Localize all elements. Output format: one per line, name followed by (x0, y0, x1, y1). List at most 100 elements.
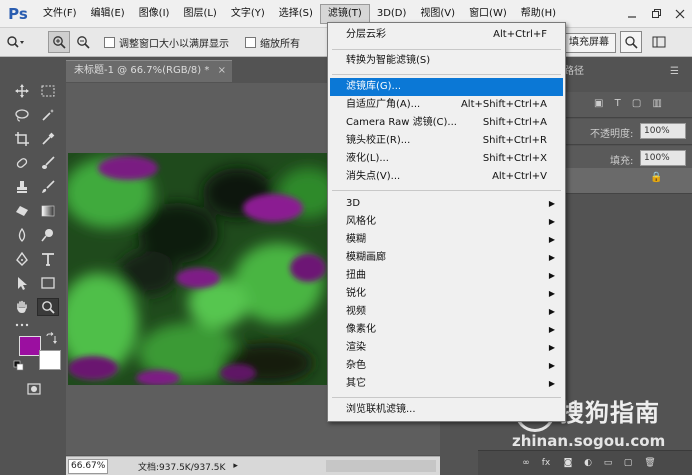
add-mask-icon[interactable]: ◙ (562, 457, 574, 469)
eraser-tool-icon[interactable] (11, 202, 33, 220)
panel-menu-icon[interactable]: ☰ (670, 62, 679, 82)
menu-item-adaptive-wide[interactable]: 自适应广角(A)... Alt+Shift+Ctrl+A (330, 96, 563, 114)
submenu-arrow-icon: ▶ (548, 325, 555, 334)
search-icon[interactable] (620, 31, 642, 53)
zoom-tool-preset-icon[interactable] (4, 31, 26, 53)
fill-screen-button[interactable]: 填充屏幕 (562, 33, 616, 53)
stamp-tool-icon[interactable] (11, 178, 33, 196)
window-controls (620, 0, 692, 27)
swap-colors-icon[interactable] (45, 332, 57, 344)
crop-tool-icon[interactable] (11, 130, 33, 148)
eyedropper-icon[interactable] (37, 130, 59, 148)
foreground-color-swatch[interactable] (19, 336, 41, 356)
blur-tool-icon[interactable] (11, 226, 33, 244)
default-colors-icon[interactable] (13, 360, 25, 372)
menu-separator (332, 397, 561, 398)
document-title: 未标题-1 @ 66.7%(RGB/8) * (74, 65, 210, 76)
quick-mask-icon[interactable] (23, 380, 45, 398)
submenu-arrow-icon: ▶ (548, 289, 555, 298)
lasso-tool-icon[interactable] (11, 106, 33, 124)
menu-item-vanishing-point[interactable]: 消失点(V)... Alt+Ctrl+V (330, 168, 563, 186)
fx-icon[interactable]: fx (540, 457, 552, 469)
opacity-label: 不透明度: (590, 129, 634, 140)
submenu-noise[interactable]: 杂色 ▶ (330, 357, 563, 375)
menu-file[interactable]: 文件(F) (36, 0, 84, 27)
background-color-swatch[interactable] (39, 350, 61, 370)
pen-tool-icon[interactable] (11, 250, 33, 268)
image-canvas[interactable] (68, 153, 330, 385)
submenu-render[interactable]: 渲染 ▶ (330, 339, 563, 357)
new-layer-icon[interactable]: ▢ (622, 457, 634, 469)
menu-item-camera-raw[interactable]: Camera Raw 滤镜(C)... Shift+Ctrl+A (330, 114, 563, 132)
menu-item-lens-correction[interactable]: 镜头校正(R)... Shift+Ctrl+R (330, 132, 563, 150)
zoom-all-checkbox[interactable]: 缩放所有 (245, 35, 300, 50)
zoom-out-icon[interactable] (72, 31, 94, 53)
new-group-icon[interactable]: ▭ (602, 457, 614, 469)
menu-select[interactable]: 选择(S) (272, 0, 320, 27)
marquee-tool-icon[interactable] (37, 82, 59, 100)
checkbox-box[interactable] (104, 36, 115, 48)
horizontal-scrollbar[interactable] (326, 460, 436, 472)
zoom-in-icon[interactable] (48, 31, 70, 53)
fill-field[interactable]: 100% (640, 150, 686, 166)
submenu-blur[interactable]: 模糊 ▶ (330, 231, 563, 249)
menu-separator (332, 74, 561, 75)
close-icon[interactable] (668, 0, 692, 27)
more-tools-icon[interactable] (11, 316, 33, 334)
menu-item-last-filter[interactable]: 分层云彩 Alt+Ctrl+F (330, 26, 563, 44)
clouds-texture (68, 153, 330, 385)
healing-brush-icon[interactable] (11, 154, 33, 172)
submenu-arrow-icon: ▶ (548, 379, 555, 388)
menu-item-convert-smart[interactable]: 转换为智能滤镜(S) (330, 52, 563, 70)
menu-item-browse-online[interactable]: 浏览联机滤镜... (330, 401, 563, 419)
watermark-url: zhinan.sogou.com (512, 432, 666, 450)
filter-menu: 分层云彩 Alt+Ctrl+F 转换为智能滤镜(S) 滤镜库(G)... 自适应… (327, 22, 566, 422)
menu-separator (332, 49, 561, 50)
watermark-brand: 搜狗指南 (560, 399, 660, 427)
history-brush-icon[interactable] (37, 178, 59, 196)
zoom-tool-icon[interactable] (37, 298, 59, 316)
rectangle-tool-icon[interactable] (37, 274, 59, 292)
close-document-icon[interactable]: × (218, 61, 226, 81)
dodge-tool-icon[interactable] (37, 226, 59, 244)
adjustment-layer-icon[interactable]: ◐ (582, 457, 594, 469)
submenu-distort[interactable]: 扭曲 ▶ (330, 267, 563, 285)
submenu-arrow-icon: ▶ (548, 217, 555, 226)
path-selection-icon[interactable] (11, 274, 33, 292)
minimize-icon[interactable] (620, 0, 644, 27)
link-layers-icon[interactable]: ∞ (520, 457, 532, 469)
workspace-icon[interactable] (648, 31, 670, 53)
menu-item-liquify[interactable]: 液化(L)... Shift+Ctrl+X (330, 150, 563, 168)
submenu-arrow-icon: ▶ (548, 253, 555, 262)
move-tool-icon[interactable] (11, 82, 33, 100)
menu-layer[interactable]: 图层(L) (176, 0, 223, 27)
menu-item-filter-gallery[interactable]: 滤镜库(G)... (330, 78, 563, 96)
submenu-stylize[interactable]: 风格化 ▶ (330, 213, 563, 231)
type-tool-icon[interactable] (37, 250, 59, 268)
filter-icons[interactable]: ▣ T ▢ ▥ (594, 98, 666, 109)
zoom-level-field[interactable]: 66.67% (68, 458, 108, 474)
status-arrow-icon[interactable]: ▸ (233, 461, 238, 471)
paths-tab[interactable]: 路径 (564, 62, 584, 82)
resize-windows-checkbox[interactable]: 调整窗口大小以满屏显示 (104, 35, 229, 50)
gradient-tool-icon[interactable] (37, 202, 59, 220)
submenu-sharpen[interactable]: 锐化 ▶ (330, 285, 563, 303)
document-tab[interactable]: 未标题-1 @ 66.7%(RGB/8) * × (66, 60, 232, 82)
submenu-3d[interactable]: 3D ▶ (330, 195, 563, 213)
submenu-pixelate[interactable]: 像素化 ▶ (330, 321, 563, 339)
menu-type[interactable]: 文字(Y) (224, 0, 272, 27)
hand-tool-icon[interactable] (11, 298, 33, 316)
submenu-blur-gallery[interactable]: 模糊画廊 ▶ (330, 249, 563, 267)
submenu-other[interactable]: 其它 ▶ (330, 375, 563, 393)
menu-image[interactable]: 图像(I) (132, 0, 177, 27)
delete-layer-icon[interactable]: 🗑 (644, 457, 656, 469)
magic-wand-icon[interactable] (37, 106, 59, 124)
checkbox-box[interactable] (245, 36, 256, 48)
restore-icon[interactable] (644, 0, 668, 27)
zoom-all-label: 缩放所有 (260, 38, 300, 50)
menu-edit[interactable]: 编辑(E) (84, 0, 132, 27)
brush-tool-icon[interactable] (37, 154, 59, 172)
menu-filter[interactable]: 滤镜(T) (319, 3, 370, 24)
submenu-video[interactable]: 视频 ▶ (330, 303, 563, 321)
opacity-field[interactable]: 100% (640, 123, 686, 139)
